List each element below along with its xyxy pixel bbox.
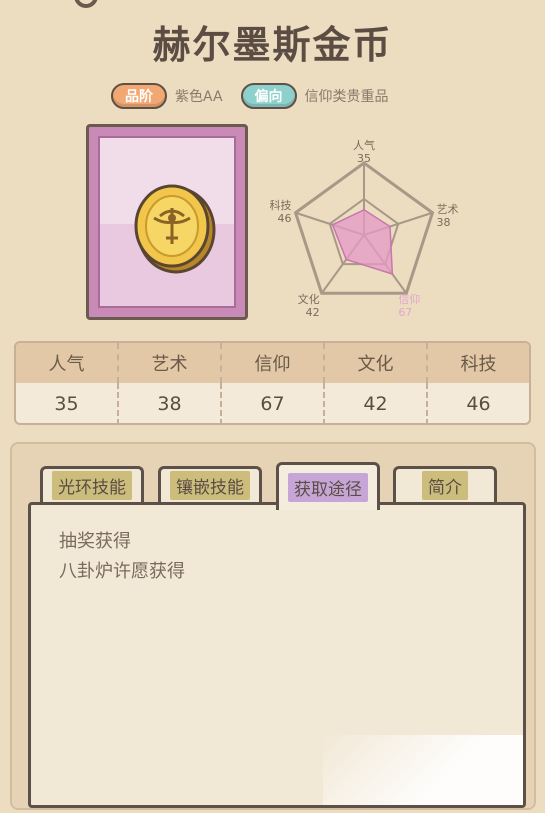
radar-axis-label: 科技 bbox=[270, 198, 292, 212]
tendency-badge: 偏向 bbox=[240, 83, 297, 109]
acquisition-line: 抽奖获得 bbox=[59, 531, 131, 552]
tab-label: 获取途径 bbox=[288, 473, 368, 502]
stats-value-cell: 38 bbox=[119, 383, 222, 423]
radar-value-label: 35 bbox=[357, 152, 371, 165]
stats-header-cell: 科技 bbox=[460, 354, 497, 375]
acquisition-line: 八卦炉许愿获得 bbox=[59, 561, 185, 582]
gold-coin-icon bbox=[134, 184, 216, 274]
quality-badge: 品阶 bbox=[111, 83, 167, 109]
item-card bbox=[86, 124, 248, 320]
stats-header-row: 人气 艺术 信仰 文化 科技 bbox=[16, 343, 529, 383]
radar-value-label: 46 bbox=[278, 212, 292, 225]
hook-icon bbox=[74, 0, 98, 8]
tag-row: 品阶 紫色AA 偏向 信仰类贵重品 bbox=[111, 82, 407, 110]
tab-label: 镶嵌技能 bbox=[170, 471, 250, 500]
tab-intro[interactable]: 简介 bbox=[393, 466, 497, 502]
radar-axis-label: 文化 bbox=[298, 292, 320, 306]
stats-value-cell: 46 bbox=[466, 393, 491, 415]
radar-value-label: 38 bbox=[436, 216, 450, 229]
stats-value-row: 35 38 67 42 46 bbox=[16, 383, 529, 423]
tab-inlay-skill[interactable]: 镶嵌技能 bbox=[158, 466, 262, 502]
radar-value-label: 42 bbox=[306, 306, 320, 319]
stats-value-cell: 67 bbox=[222, 383, 325, 423]
stats-header-cell: 人气 bbox=[16, 343, 119, 383]
stats-value-cell: 42 bbox=[325, 383, 428, 423]
tab-acquisition[interactable]: 获取途径 bbox=[276, 462, 380, 510]
attribute-radar-chart: 人气35 艺术38 信仰67 文化42 科技46 bbox=[270, 138, 459, 319]
tendency-value: 信仰类贵重品 bbox=[304, 89, 389, 105]
stats-header-cell: 艺术 bbox=[119, 343, 222, 383]
stats-header-cell: 文化 bbox=[325, 343, 428, 383]
tab-label: 光环技能 bbox=[52, 471, 132, 500]
item-title: 赫尔墨斯金币 bbox=[152, 23, 393, 67]
radar-axis-label: 人气 bbox=[353, 138, 375, 152]
stats-value-cell: 35 bbox=[16, 383, 119, 423]
acquisition-content: 抽奖获得 八卦炉许愿获得 bbox=[28, 502, 526, 808]
tab-aura-skill[interactable]: 光环技能 bbox=[40, 466, 144, 502]
stats-header-cell: 信仰 bbox=[222, 343, 325, 383]
radar-value-label: 67 bbox=[398, 306, 412, 319]
stats-table: 人气 艺术 信仰 文化 科技 35 38 67 42 46 bbox=[14, 341, 531, 425]
tab-label: 简介 bbox=[422, 471, 468, 500]
item-card-inner bbox=[98, 136, 236, 308]
radar-axis-label: 艺术 bbox=[436, 203, 458, 216]
radar-axis-label: 信仰 bbox=[398, 292, 420, 306]
quality-value: 紫色AA bbox=[175, 89, 223, 105]
